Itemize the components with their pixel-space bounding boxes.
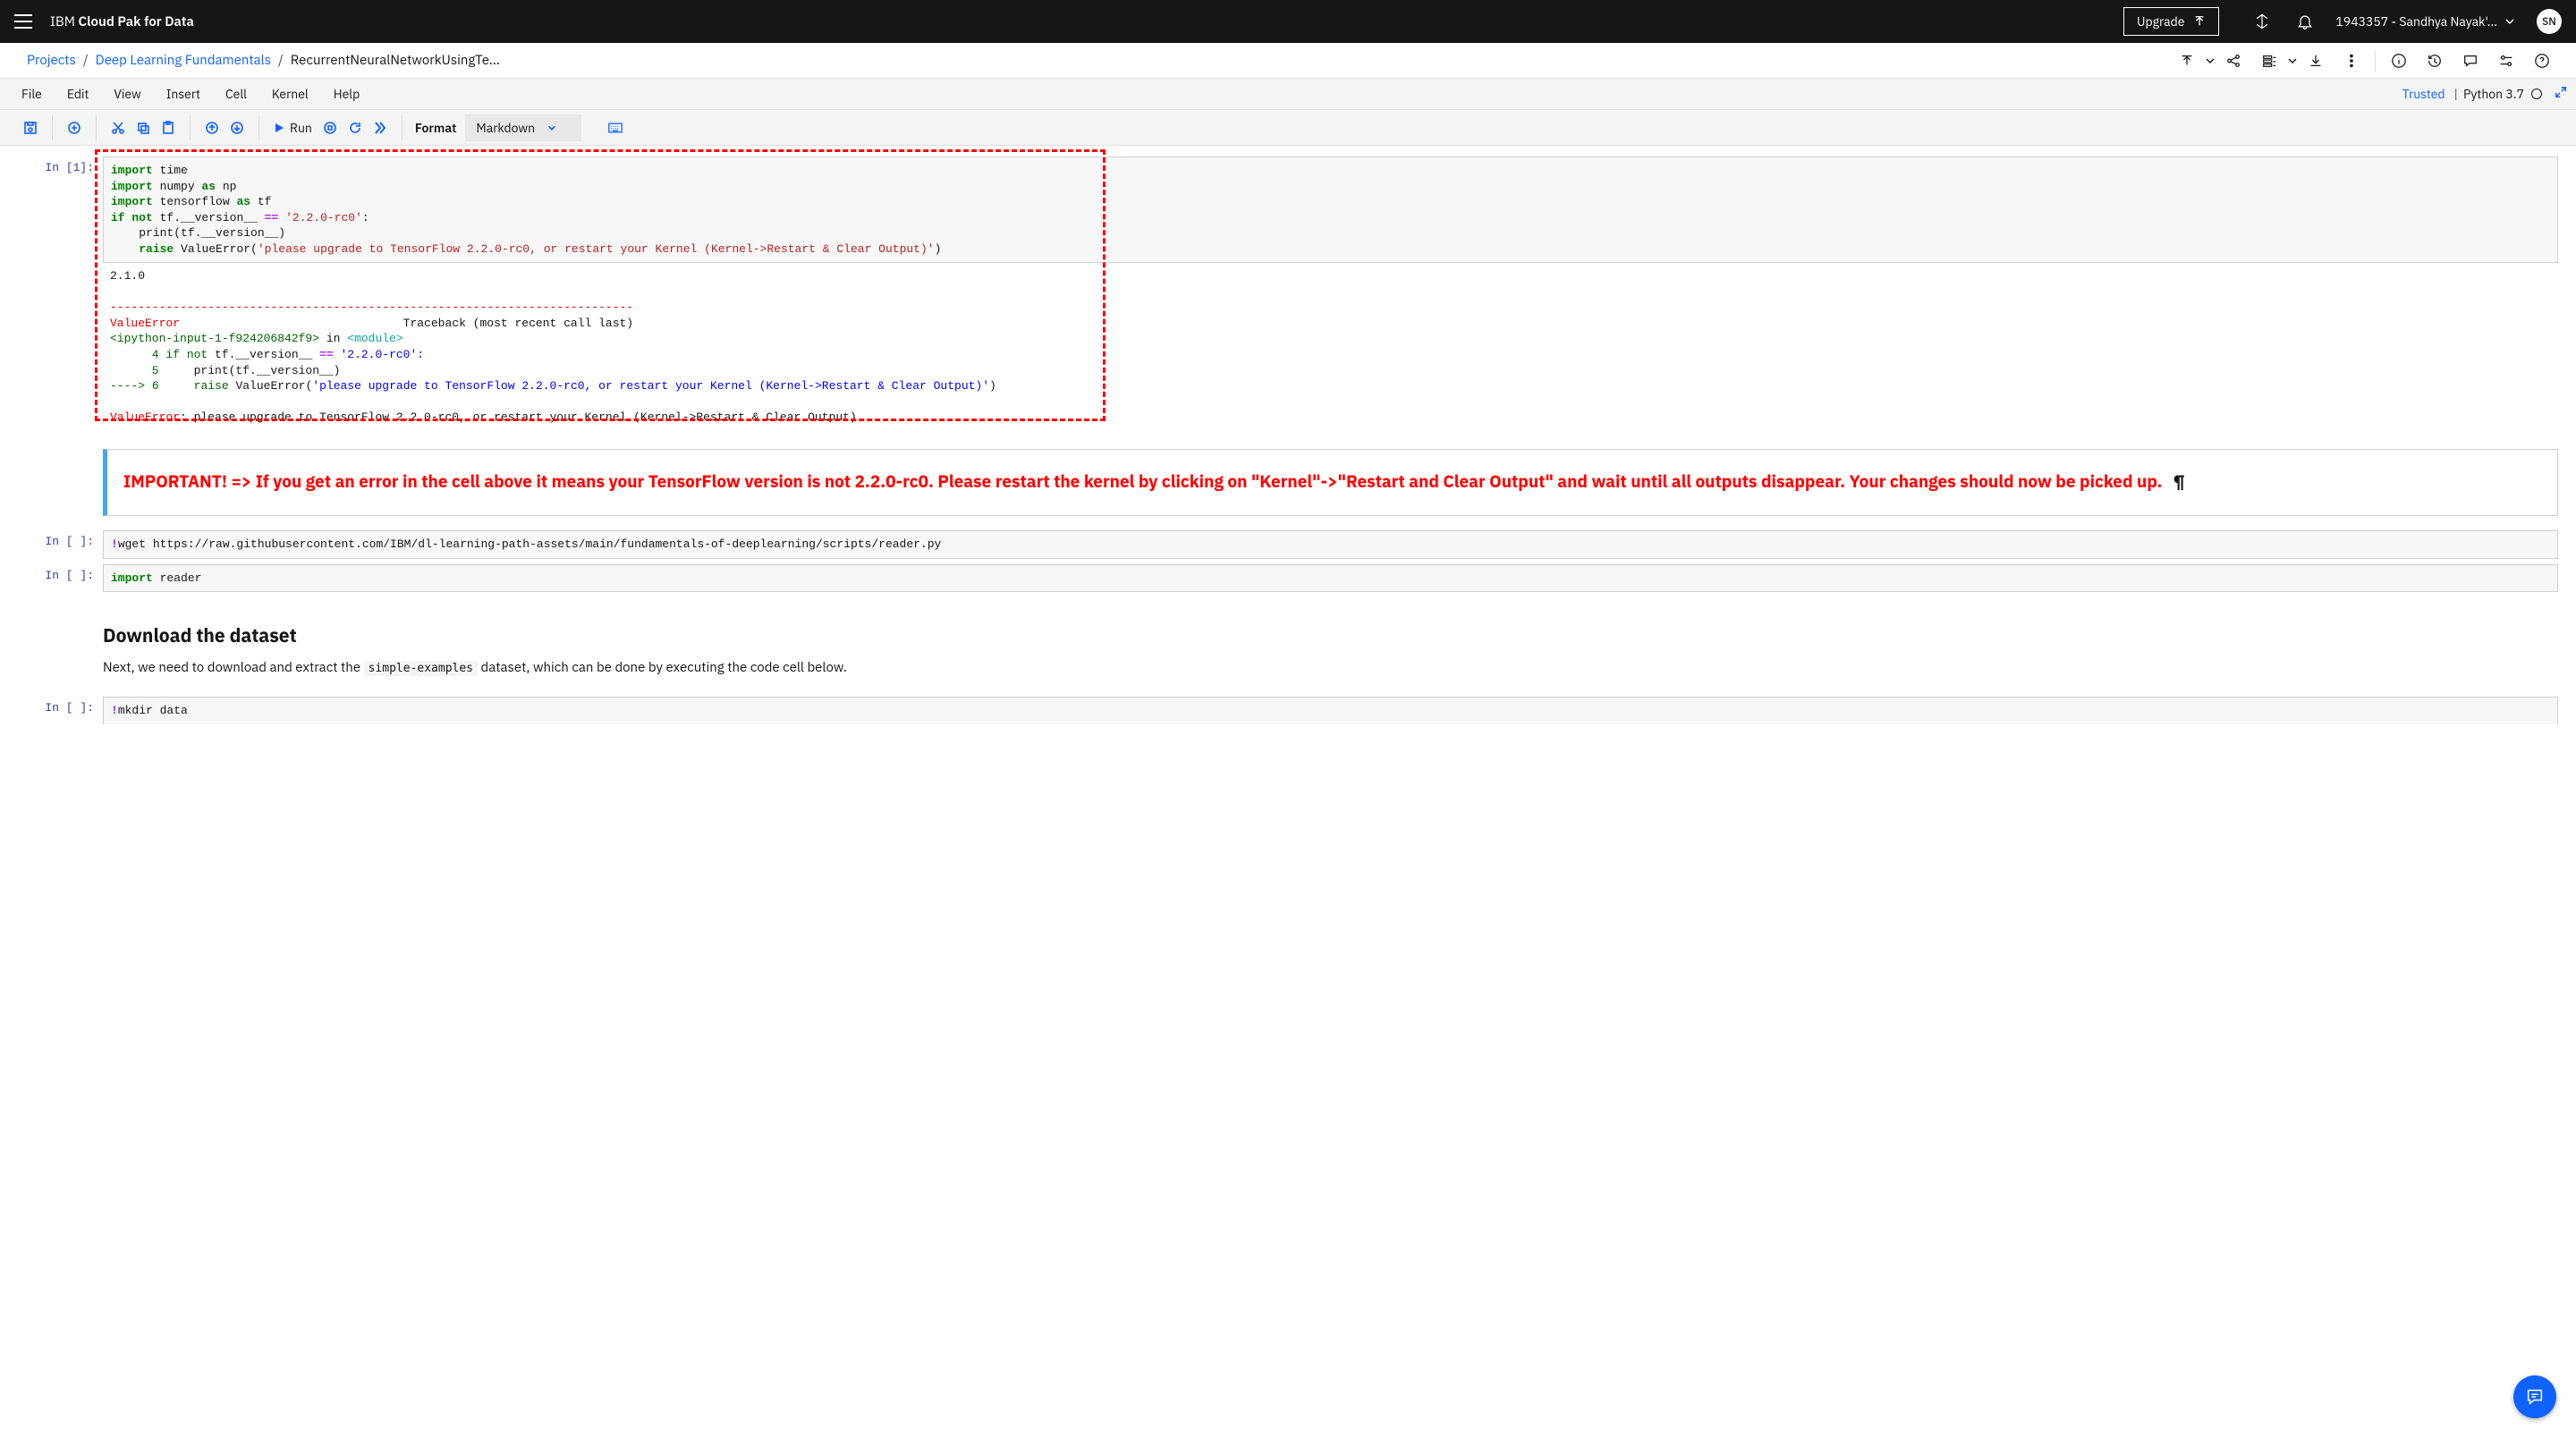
menu-insert[interactable]: Insert (154, 86, 213, 102)
code-input[interactable]: import time import numpy as np import te… (103, 156, 2558, 263)
breadcrumb-project[interactable]: Deep Learning Fundamentals (96, 52, 271, 69)
brand-name: Cloud Pak for Data (79, 13, 194, 30)
publish-chevron[interactable] (2205, 43, 2216, 79)
cell-type-select[interactable]: Markdown (465, 114, 581, 141)
menu-cell[interactable]: Cell (213, 86, 259, 102)
account-label: 1943357 - Sandhya Nayak'... (2335, 13, 2497, 30)
code-cell[interactable]: In [1]: import time import numpy as np i… (18, 156, 2558, 431)
code-cell[interactable]: In [ ]: !wget https://raw.githubusercont… (18, 530, 2558, 559)
interrupt-button[interactable] (318, 115, 343, 140)
menu-view[interactable]: View (101, 86, 153, 102)
copy-button[interactable] (131, 115, 156, 140)
upgrade-arrow-icon (2193, 15, 2206, 28)
keyboard-button[interactable] (603, 115, 628, 140)
code-cell[interactable]: In [ ]: !mkdir data (18, 697, 2558, 724)
brand-prefix: IBM (50, 13, 79, 30)
insert-cell-button[interactable] (62, 115, 87, 140)
paste-button[interactable] (156, 115, 181, 140)
notebook-content: In [1]: import time import numpy as np i… (0, 146, 2576, 783)
code-cell[interactable]: In [ ]: import reader (18, 564, 2558, 593)
chat-fab[interactable] (2513, 1375, 2556, 1418)
cut-button[interactable] (106, 115, 131, 140)
avatar[interactable]: SN (2537, 9, 2562, 34)
move-down-button[interactable] (225, 115, 250, 140)
run-button[interactable]: Run (268, 120, 318, 136)
upgrade-button[interactable]: Upgrade (2123, 7, 2219, 36)
important-text: IMPORTANT! => If you get an error in the… (123, 471, 2162, 493)
cell-prompt: In [ ]: (18, 530, 103, 559)
notebook-menu-bar: File Edit View Insert Cell Kernel Help T… (0, 79, 2576, 110)
restart-run-all-button[interactable] (368, 115, 393, 140)
code-input[interactable]: !wget https://raw.githubusercontent.com/… (103, 530, 2558, 559)
jobs-chevron[interactable] (2287, 43, 2298, 79)
trusted-badge[interactable]: Trusted (2402, 86, 2445, 102)
menu-icon[interactable] (14, 13, 32, 30)
cell-prompt (18, 436, 103, 526)
markdown-content[interactable]: IMPORTANT! => If you get an error in the… (103, 449, 2558, 517)
upgrade-label: Upgrade (2137, 13, 2184, 30)
play-icon (274, 123, 284, 133)
kernel-name[interactable]: Python 3.7 (2463, 86, 2524, 102)
pilcrow-icon: ¶ (2174, 471, 2185, 493)
brand: IBM Cloud Pak for Data (50, 13, 194, 30)
settings-tune-button[interactable] (2488, 43, 2524, 79)
sub-header: Projects / Deep Learning Fundamentals / … (0, 43, 2576, 79)
save-button[interactable] (18, 115, 43, 140)
history-button[interactable] (2417, 43, 2453, 79)
run-label: Run (290, 120, 312, 136)
code-output: 2.1.0 ----------------------------------… (103, 263, 2558, 430)
expand-button[interactable] (2555, 86, 2567, 102)
markdown-cell[interactable]: Download the dataset Next, we need to do… (18, 597, 2558, 679)
jobs-button[interactable] (2251, 43, 2287, 79)
cell-prompt: In [ ]: (18, 697, 103, 724)
help-button[interactable] (2524, 43, 2560, 79)
breadcrumb-projects[interactable]: Projects (27, 52, 76, 69)
chevron-down-icon (547, 123, 556, 132)
kernel-indicator-icon[interactable] (2531, 89, 2542, 99)
breadcrumb-current: RecurrentNeuralNetworkUsingTe... (291, 52, 500, 69)
menu-edit[interactable]: Edit (55, 86, 102, 102)
code-input[interactable]: import reader (103, 564, 2558, 593)
menu-file[interactable]: File (9, 86, 55, 102)
cell-prompt: In [1]: (18, 156, 103, 431)
notifications-icon[interactable] (2296, 13, 2314, 30)
restart-button[interactable] (343, 115, 368, 140)
markdown-cell[interactable]: IMPORTANT! => If you get an error in the… (18, 436, 2558, 526)
divider (2375, 50, 2376, 72)
download-button[interactable] (2298, 43, 2334, 79)
kernel-sep: | (2454, 86, 2458, 102)
notebook-toolbar: Run Format Markdown (0, 110, 2576, 146)
code-input[interactable]: !mkdir data (103, 697, 2558, 724)
info-button[interactable] (2381, 43, 2417, 79)
publish-button[interactable] (2169, 43, 2205, 79)
chevron-down-icon (2504, 16, 2515, 27)
cell-prompt (18, 597, 103, 679)
breadcrumb-sep: / (83, 52, 89, 69)
menu-kernel[interactable]: Kernel (259, 86, 321, 102)
chat-icon (2525, 1387, 2545, 1407)
account-dropdown[interactable]: 1943357 - Sandhya Nayak'... (2335, 13, 2515, 30)
format-label: Format (415, 120, 456, 136)
move-up-button[interactable] (199, 115, 225, 140)
cell-type-value: Markdown (476, 120, 535, 136)
top-header: IBM Cloud Pak for Data Upgrade 1943357 -… (0, 0, 2576, 43)
guide-icon[interactable] (2253, 13, 2271, 30)
markdown-text: Next, we need to download and extract th… (103, 658, 2558, 679)
breadcrumb: Projects / Deep Learning Fundamentals / … (27, 52, 500, 69)
breadcrumb-sep: / (278, 52, 284, 69)
menu-help[interactable]: Help (321, 86, 373, 102)
overflow-menu[interactable] (2334, 43, 2369, 79)
sub-toolbar (2169, 43, 2560, 79)
cell-prompt: In [ ]: (18, 564, 103, 593)
share-button[interactable] (2216, 43, 2251, 79)
markdown-heading: Download the dataset (103, 622, 2558, 647)
comments-button[interactable] (2453, 43, 2488, 79)
